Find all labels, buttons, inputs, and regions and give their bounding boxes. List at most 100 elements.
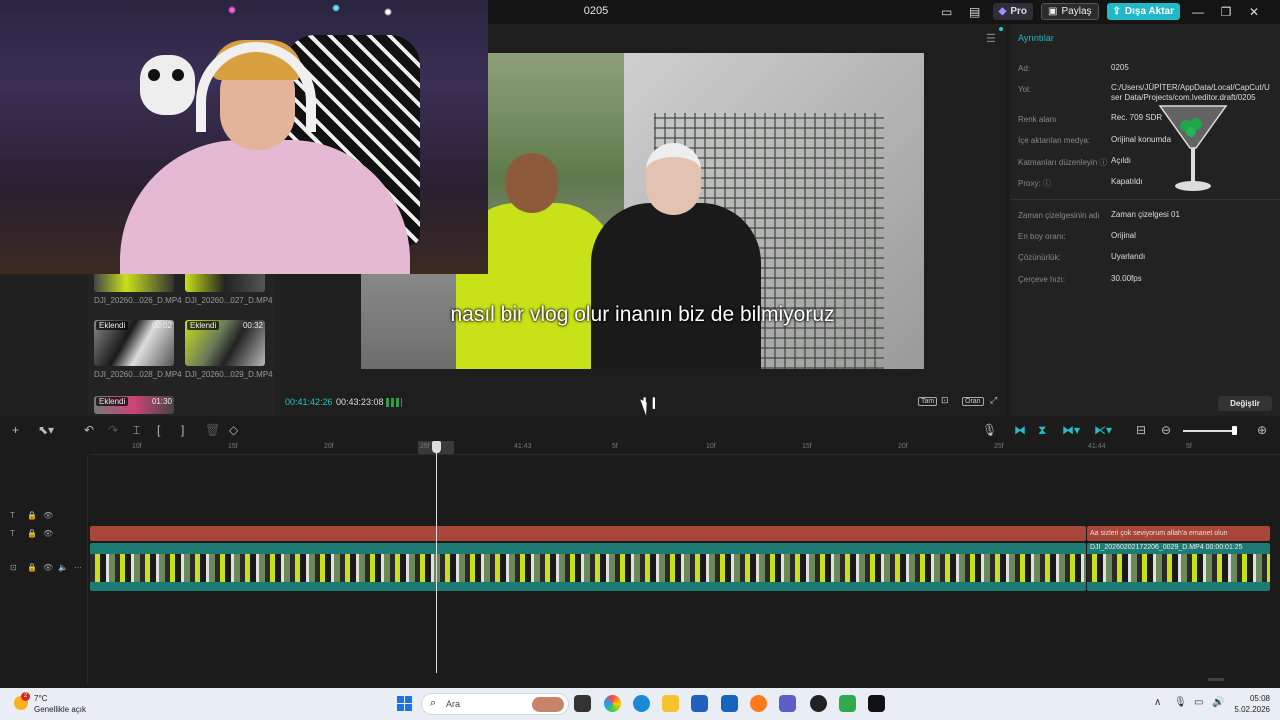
full-quality-button[interactable]: Tam xyxy=(918,395,938,406)
detail-label: Katmanları düzenleyin ⓘ xyxy=(1018,158,1108,167)
scene-person-black xyxy=(591,143,761,369)
firefox-icon[interactable] xyxy=(750,695,767,712)
media-item[interactable]: Eklendi 01:30 xyxy=(94,396,174,414)
captions-icon[interactable]: ⊟ xyxy=(1136,423,1146,437)
media-item-name: DJI_20260...029_D.MP4 xyxy=(185,370,273,379)
share-button[interactable]: ▣ Paylaş xyxy=(1041,3,1099,20)
clock-date: 5.02.2026 xyxy=(1234,705,1270,714)
media-item[interactable]: Eklendi 00:02 DJI_20260...028_D.MP4 xyxy=(94,320,182,379)
layout-icon[interactable]: ▭ xyxy=(937,5,957,19)
zoom-fit-icon[interactable]: ⊡ xyxy=(941,395,949,406)
capcut-taskbar-icon[interactable] xyxy=(868,695,885,712)
marker-icon[interactable]: ◇ xyxy=(229,423,238,437)
detail-value: Zaman çizelgesi 01 xyxy=(1111,210,1180,219)
playhead-handle[interactable] xyxy=(432,441,441,453)
maximize-button[interactable]: ❐ xyxy=(1216,5,1236,19)
eye-icon[interactable]: 👁 xyxy=(43,511,53,520)
detail-value: Rec. 709 SDR xyxy=(1111,113,1163,122)
outlook-icon[interactable] xyxy=(721,695,738,712)
player-menu-icon[interactable]: ☰ xyxy=(986,32,996,45)
tray-chevron-icon[interactable]: ∧ xyxy=(1154,697,1161,708)
total-timecode: 00:43:23:08 xyxy=(336,397,384,407)
pro-button[interactable]: ◆ Pro xyxy=(992,3,1034,20)
media-item[interactable]: DJI_20260...026_D.MP4 xyxy=(94,272,182,305)
export-button[interactable]: ⇪ Dışa Aktar xyxy=(1106,3,1180,20)
media-item-name: DJI_20260...027_D.MP4 xyxy=(185,296,273,305)
audio-meter-icon xyxy=(386,398,402,407)
file-explorer-icon[interactable] xyxy=(662,695,679,712)
preview-axis-icon[interactable]: ⧔▾ xyxy=(1094,423,1112,437)
current-timecode: 00:41:42:26 xyxy=(285,397,333,407)
more-icon[interactable]: ⋯ xyxy=(74,563,82,572)
video-clip-next[interactable]: DJI_20260202172206_0029_D.MP4 00:00:01:2… xyxy=(1087,543,1270,591)
media-item[interactable]: DJI_20260...027_D.MP4 xyxy=(185,272,273,305)
network-icon[interactable]: ▭ xyxy=(1194,697,1203,708)
close-button[interactable]: ✕ xyxy=(1244,5,1264,19)
text-clip[interactable] xyxy=(90,526,1086,541)
minimize-button[interactable]: — xyxy=(1188,5,1208,19)
video-clip[interactable] xyxy=(90,543,1086,591)
redo-icon[interactable]: ↷ xyxy=(108,423,118,437)
aspect-ratio-label: Oran xyxy=(962,397,984,406)
eye-icon[interactable]: 👁 xyxy=(43,529,53,538)
export-label: Dışa Aktar xyxy=(1124,6,1174,17)
ruler-tick: 20f xyxy=(324,443,334,450)
share-label: Paylaş xyxy=(1061,6,1092,17)
add-icon[interactable]: + xyxy=(12,423,19,437)
eye-icon[interactable]: 👁 xyxy=(43,563,53,572)
auto-snap-icon[interactable]: ⧗ xyxy=(1038,423,1046,438)
windows-taskbar: 2 7°C Genellikle açık ⌕ Ara ∧ 🎙 ▭ 🔊 05:0… xyxy=(0,688,1280,720)
detail-value: Orijinal xyxy=(1111,231,1136,240)
aspect-ratio-button[interactable]: Oran xyxy=(962,395,984,406)
media-item[interactable]: Eklendi 00:32 DJI_20260...029_D.MP4 xyxy=(185,320,273,379)
tray-mic-icon[interactable]: 🎙 xyxy=(1174,697,1187,708)
detail-label: En boy oranı: xyxy=(1018,232,1066,241)
text-track-icon: T xyxy=(10,511,15,520)
split-icon[interactable]: ⌶ xyxy=(133,423,140,438)
main-track-magnet-icon[interactable]: ⧓ xyxy=(1014,423,1026,437)
timeline-ruler[interactable]: 10f 15f 20f 25f 41:43 5f 10f 15f 20f 25f… xyxy=(90,441,1280,455)
playhead[interactable] xyxy=(436,441,437,673)
video-filmstrip xyxy=(90,554,1086,582)
microphone-icon[interactable]: 🎙 xyxy=(982,423,997,437)
delete-icon[interactable]: 🗑 xyxy=(205,423,220,437)
linkage-icon[interactable]: ⧓▾ xyxy=(1062,423,1080,437)
task-view-icon[interactable] xyxy=(574,695,591,712)
select-tool-icon[interactable]: ⬉▾ xyxy=(38,423,54,437)
zoom-out-icon[interactable]: ⊖ xyxy=(1161,423,1171,437)
capcut-window: 0205 ▭ ▤ ◆ Pro ▣ Paylaş ⇪ Dışa Aktar — ❐ ✕ … xyxy=(0,0,1280,688)
undo-icon[interactable]: ↶ xyxy=(84,423,94,437)
volume-icon[interactable]: 🔊 xyxy=(1212,697,1224,708)
change-button[interactable]: Değiştir xyxy=(1218,396,1272,411)
media-duration: 00:02 xyxy=(151,321,172,330)
lock-icon[interactable]: 🔒 xyxy=(27,563,37,572)
ruler-tick: 5f xyxy=(612,443,618,450)
zoom-slider[interactable] xyxy=(1183,430,1235,432)
edge-icon[interactable] xyxy=(633,695,650,712)
trim-left-icon[interactable]: [ xyxy=(157,423,160,437)
lock-icon[interactable]: 🔒 xyxy=(27,511,37,520)
zoom-in-icon[interactable]: ⊕ xyxy=(1257,423,1267,437)
notepad-icon[interactable] xyxy=(839,695,856,712)
fullscreen-icon[interactable]: ⤢ xyxy=(990,395,997,406)
teams-icon[interactable] xyxy=(779,695,796,712)
ruler-tick: 20f xyxy=(898,443,908,450)
lock-icon[interactable]: 🔒 xyxy=(27,529,37,538)
zoom-slider-handle[interactable] xyxy=(1232,426,1237,435)
store-icon[interactable] xyxy=(691,695,708,712)
copilot-icon[interactable] xyxy=(604,695,621,712)
shortcuts-icon[interactable]: ▤ xyxy=(965,5,985,19)
timeline-toolbar: + ⬉▾ ↶ ↷ ⌶ [ ] 🗑 ◇ 🎙 ⧓ ⧗ ⧓▾ ⧔▾ ⊟ ⊖ ⊕ xyxy=(0,420,1280,441)
ruler-tick: 10f xyxy=(706,443,716,450)
audio-mute-icon[interactable]: 🔈 xyxy=(58,563,68,572)
trim-right-icon[interactable]: ] xyxy=(181,423,184,437)
obs-icon[interactable] xyxy=(810,695,827,712)
text-clip-selected[interactable]: Aa sizleri çok seviyorum allah'a emanet … xyxy=(1087,526,1270,541)
start-button[interactable] xyxy=(397,696,412,711)
diamond-icon: ◆ xyxy=(998,6,1007,17)
ruler-tick: 25f xyxy=(994,443,1004,450)
taskbar-search[interactable]: ⌕ Ara xyxy=(421,693,569,715)
system-clock[interactable]: 05:08 5.02.2026 xyxy=(1234,693,1270,715)
pro-label: Pro xyxy=(1010,6,1028,17)
timeline-scrollbar[interactable] xyxy=(1208,678,1224,681)
